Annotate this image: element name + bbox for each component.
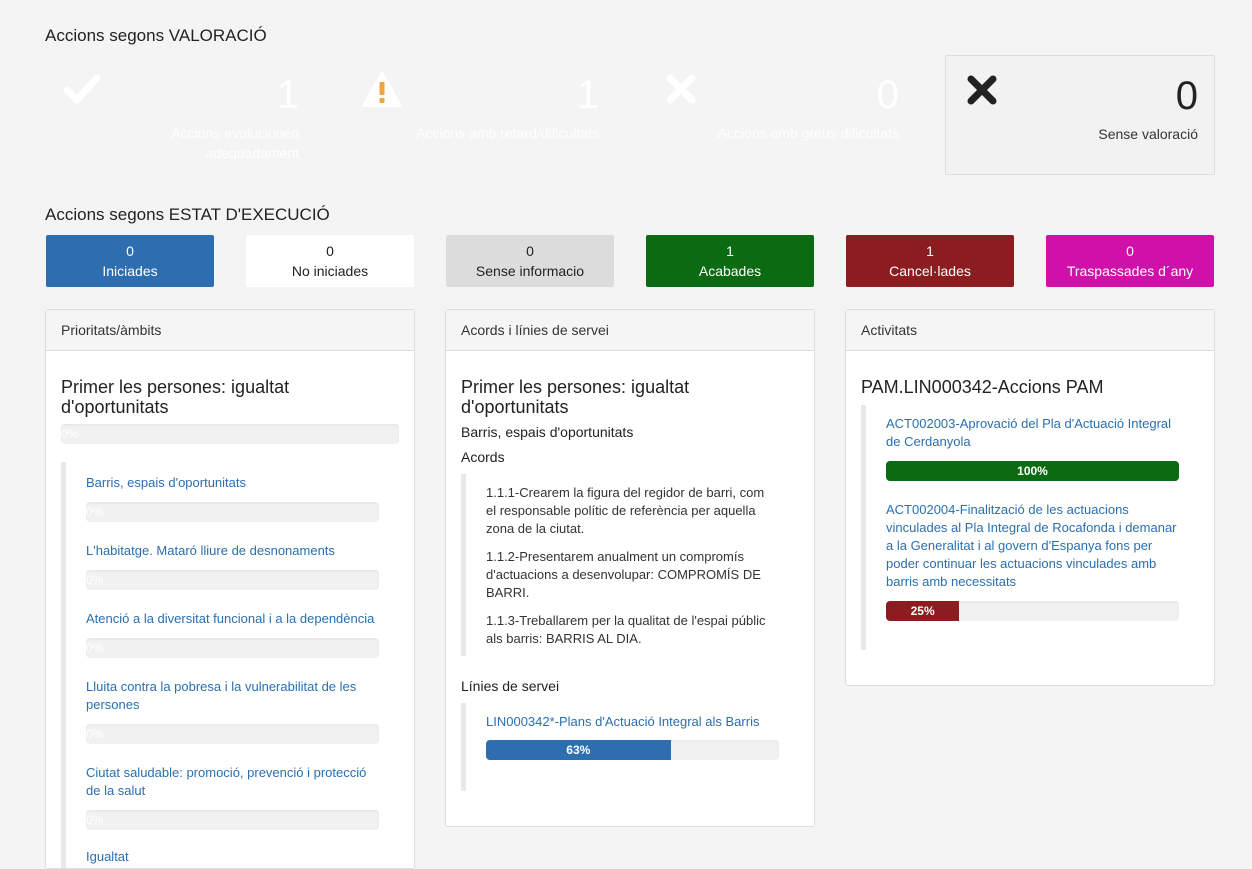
divider xyxy=(461,474,466,656)
ambit-progress: 0% xyxy=(86,638,379,658)
activitat-link[interactable]: ACT002003-Aprovació del Pla d'Actuació I… xyxy=(886,415,1186,451)
estat-label: Traspassades d´any xyxy=(1066,263,1194,279)
ambit-link[interactable]: Ciutat saludable: promoció, prevenció i … xyxy=(86,764,376,800)
panel-header: Activitats xyxy=(846,310,1214,351)
estat-value: 0 xyxy=(326,243,334,259)
ambit-progress: 0% xyxy=(86,570,379,590)
prioritat-progress: 0% xyxy=(61,424,399,444)
progress-label: 0% xyxy=(86,727,104,741)
warning-icon xyxy=(362,71,402,107)
card-retard[interactable]: 1 Accions amb retard/dificultats xyxy=(345,55,615,175)
progress-label: 63% xyxy=(566,743,591,757)
card-label: Sense valoració xyxy=(1098,126,1198,142)
estat-cancellades[interactable]: 1 Cancel·lades xyxy=(846,235,1014,287)
valoracio-title: Accions segons VALORACIÓ xyxy=(45,26,267,45)
panel-header: Acords i línies de servei xyxy=(446,310,814,351)
activitat-progress: 25% xyxy=(886,601,1179,621)
estat-value: 1 xyxy=(726,243,734,259)
panel-activitats: Activitats PAM.LIN000342-Accions PAM ACT… xyxy=(845,309,1215,686)
acord-item: 1.1.1-Crearem la figura del regidor de b… xyxy=(486,485,765,536)
estat-traspassades[interactable]: 0 Traspassades d´any xyxy=(1046,235,1214,287)
check-icon xyxy=(63,74,101,104)
panel-header: Prioritats/àmbits xyxy=(46,310,414,351)
estat-label: Iniciades xyxy=(102,263,158,279)
ambit-link[interactable]: Barris, espais d'oportunitats xyxy=(86,474,386,492)
card-value: 0 xyxy=(1175,74,1198,118)
progress-label: 25% xyxy=(910,604,935,618)
linia-link[interactable]: LIN000342*-Plans d'Actuació Integral als… xyxy=(486,713,786,731)
acord-item: 1.1.3-Treballarem per la qualitat de l'e… xyxy=(486,613,766,646)
card-label: Accions amb retard/dificultats xyxy=(416,125,599,141)
ambit-progress: 0% xyxy=(86,502,379,522)
ambit-link[interactable]: Igualtat xyxy=(86,848,376,866)
acord-item: 1.1.2-Presentarem anualment un compromís… xyxy=(486,549,761,600)
ambit-link[interactable]: Lluita contra la pobresa i la vulnerabil… xyxy=(86,678,376,714)
estat-value: 0 xyxy=(126,243,134,259)
panel-acords: Acords i línies de servei Primer les per… xyxy=(445,309,815,827)
estat-value: 1 xyxy=(926,243,934,259)
progress-label: 0% xyxy=(86,641,104,655)
card-value: 1 xyxy=(576,73,599,117)
ambit-link[interactable]: Atenció a la diversitat funcional i a la… xyxy=(86,610,386,628)
card-value: 0 xyxy=(876,73,899,117)
prioritat-title: Primer les persones: igualtat d'oportuni… xyxy=(61,377,290,417)
progress-label: 0% xyxy=(86,813,104,827)
estat-no-iniciades[interactable]: 0 No iniciades xyxy=(246,235,414,287)
activitats-title: PAM.LIN000342-Accions PAM xyxy=(861,377,1104,397)
card-evolucionen[interactable]: 1 Accions evolucionen adequadament xyxy=(45,55,315,175)
acords-label: Acords xyxy=(461,449,505,465)
ambit-progress: 0% xyxy=(86,724,379,744)
estat-value: 0 xyxy=(1126,243,1134,259)
card-label: Accions evolucionen adequadament xyxy=(171,125,299,161)
card-greus[interactable]: 0 Accions amb greus dificultats xyxy=(645,55,915,175)
ambit-progress: 0% xyxy=(86,810,379,830)
divider xyxy=(61,462,66,868)
linia-progress: 63% xyxy=(486,740,779,760)
acords-title: Primer les persones: igualtat d'oportuni… xyxy=(461,377,690,417)
estat-label: Cancel·lades xyxy=(889,263,971,279)
estat-value: 0 xyxy=(526,243,534,259)
activitat-progress: 100% xyxy=(886,461,1179,481)
estat-label: No iniciades xyxy=(291,263,369,279)
cross-icon xyxy=(967,75,997,105)
progress-label: 0% xyxy=(86,573,104,587)
panel-prioritats: Prioritats/àmbits Primer les persones: i… xyxy=(45,309,415,869)
estat-label: Sense informacio xyxy=(475,263,585,279)
divider xyxy=(461,703,466,791)
activitat-link[interactable]: ACT002004-Finalització de les actuacions… xyxy=(886,501,1186,591)
ambit-link[interactable]: L'habitatge. Mataró lliure de desnonamen… xyxy=(86,542,386,560)
acords-subtitle: Barris, espais d'oportunitats xyxy=(461,424,634,440)
estat-label: Acabades xyxy=(698,263,762,279)
estat-iniciades[interactable]: 0 Iniciades xyxy=(46,235,214,287)
divider xyxy=(861,405,866,650)
card-label: Accions amb greus dificultats xyxy=(717,125,899,141)
estat-acabades[interactable]: 1 Acabades xyxy=(646,235,814,287)
estat-sense-informacio[interactable]: 0 Sense informacio xyxy=(446,235,614,287)
linies-label: Línies de servei xyxy=(461,678,560,694)
progress-label: 0% xyxy=(61,427,79,441)
card-sense-valoracio[interactable]: 0 Sense valoració xyxy=(945,55,1215,175)
progress-label: 0% xyxy=(86,505,104,519)
card-value: 1 xyxy=(276,73,299,117)
close-icon xyxy=(666,74,696,104)
estat-title: Accions segons ESTAT D'EXECUCIÓ xyxy=(45,205,330,224)
progress-label: 100% xyxy=(1017,464,1048,478)
